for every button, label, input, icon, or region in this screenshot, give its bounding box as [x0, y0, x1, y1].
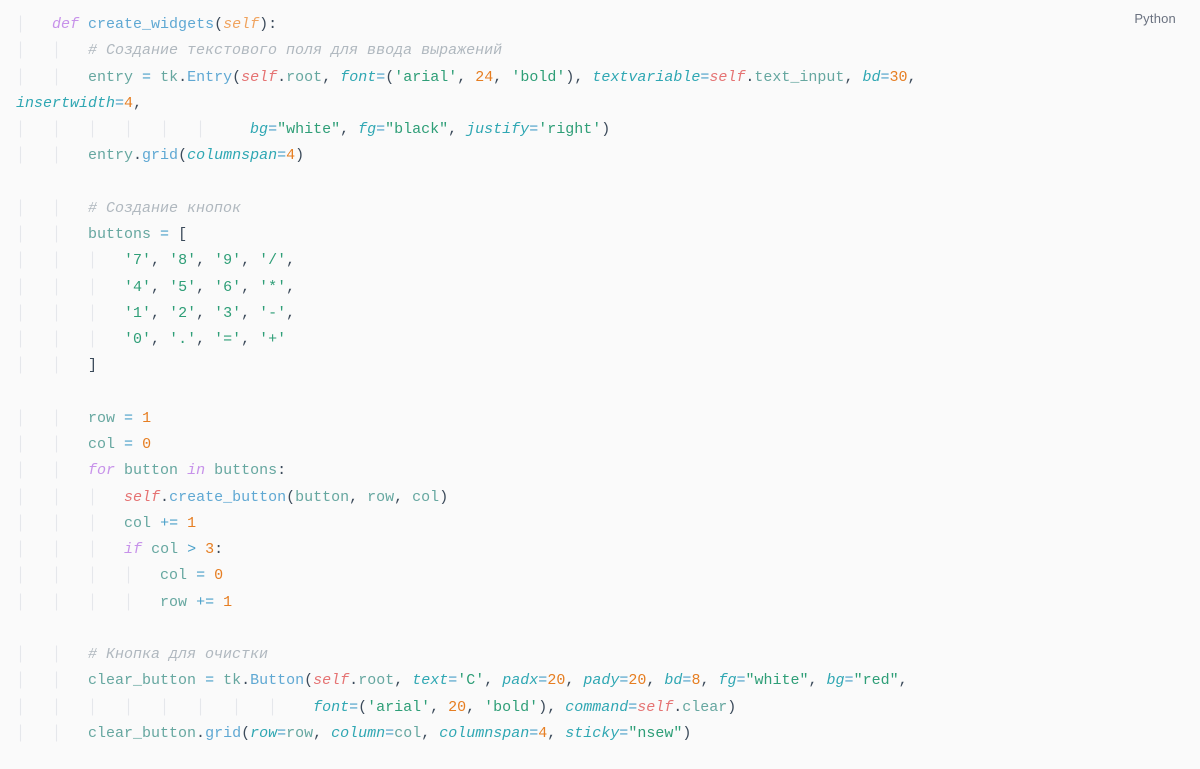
code-content: │ def create_widgets(self): │ │ # Создан… — [16, 8, 1184, 747]
language-label: Python — [1134, 8, 1176, 31]
code-block: Python │ def create_widgets(self): │ │ #… — [0, 0, 1200, 769]
